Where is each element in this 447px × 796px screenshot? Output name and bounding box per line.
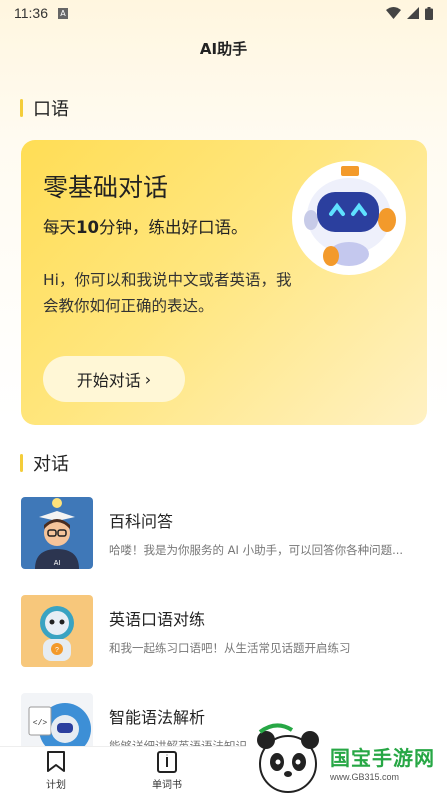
chevron-right-icon: › (144, 369, 152, 389)
hero-subtitle-pre: 每天 (43, 218, 76, 237)
tab-wordbook[interactable]: 单词书 (137, 751, 197, 795)
hero-subtitle: 每天10分钟，练出好口语。 (43, 214, 247, 238)
scholar-avatar-icon: AI (21, 497, 93, 569)
hero-subtitle-number: 10 (76, 218, 99, 237)
watermark-title: 国宝手游网 (330, 746, 435, 770)
encyclopedia-avatar: AI (21, 497, 93, 569)
tab-wordbook-label: 单词书 (152, 780, 182, 791)
list-item-title: 百科问答 (109, 512, 174, 531)
hero-title: 零基础对话 (43, 173, 169, 202)
hero-subtitle-post: 分钟，练出好口语。 (98, 218, 248, 237)
svg-text:?: ? (55, 647, 59, 654)
wordbook-icon (157, 751, 177, 773)
list-item-oral-practice[interactable]: ? 英语口语对练 和我一起练习口语吧！从生活常见话题开启练习 (21, 594, 427, 668)
tab-plan-label: 计划 (46, 780, 66, 791)
status-bar: 11:36 A (0, 0, 447, 26)
svg-text:</>: </> (33, 719, 48, 728)
start-dialogue-label: 开始对话 (76, 371, 141, 390)
cellular-signal-icon (407, 7, 419, 19)
bookmark-icon (47, 751, 65, 772)
watermark-url: www.GB315.com (330, 772, 400, 782)
robot-mascot-icon (292, 161, 406, 275)
list-item-title: 英语口语对练 (109, 610, 206, 629)
tab-plan[interactable]: 计划 (26, 751, 86, 795)
watermark-overlay: 国宝手游网 www.GB315.com (246, 720, 447, 796)
list-item-description: 哈喽！我是为你服务的 AI 小助手，可以回答你各种问题... (109, 543, 404, 557)
svg-text:AI: AI (54, 560, 61, 567)
section-accent-bar (20, 99, 23, 117)
section-accent-bar (20, 454, 23, 472)
battery-icon (425, 6, 433, 20)
section-title-dialogue-label: 对话 (33, 454, 69, 475)
astronaut-robot-icon: ? (21, 595, 93, 667)
section-title-oral-label: 口语 (33, 99, 69, 120)
zero-basis-dialogue-card[interactable]: 零基础对话 每天10分钟，练出好口语。 Hi，你可以和我说中文或者英语，我会教你… (21, 140, 427, 425)
panda-logo-icon (257, 723, 319, 793)
start-dialogue-button[interactable]: 开始对话 › (43, 356, 185, 402)
list-item-description: 和我一起练习口语吧！从生活常见话题开启练习 (109, 641, 351, 655)
hero-description: Hi，你可以和我说中文或者英语，我会教你如何正确的表达。 (43, 271, 292, 315)
section-title-oral: 口语 (20, 95, 69, 121)
oral-practice-avatar: ? (21, 595, 93, 667)
app-header: AI助手 (0, 26, 447, 70)
notification-icon: A (58, 7, 68, 19)
status-time: 11:36 (14, 5, 48, 21)
wifi-icon (386, 7, 401, 19)
list-item-encyclopedia-qa[interactable]: AI 百科问答 哈喽！我是为你服务的 AI 小助手，可以回答你各种问题... (21, 496, 427, 570)
section-title-dialogue: 对话 (20, 450, 69, 476)
page-title: AI助手 (199, 39, 248, 58)
